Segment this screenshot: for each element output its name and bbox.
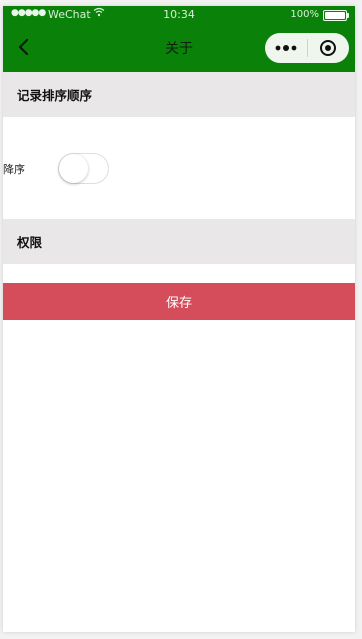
toggle-knob: [59, 154, 88, 183]
descending-label: 降序: [3, 163, 25, 176]
more-dots-icon: [275, 45, 297, 51]
close-button[interactable]: [308, 33, 350, 63]
more-button[interactable]: [265, 33, 307, 63]
section-header-sort-order: 记录排序顺序: [3, 72, 355, 117]
navigation-bar: 关于: [3, 24, 355, 72]
save-button[interactable]: 保存: [3, 283, 355, 320]
phone-screen: ●●●●● WeChat 10:34 100% 关于 记录排序顺序 降序 权限 …: [3, 6, 355, 632]
target-close-icon: [320, 40, 337, 56]
descending-toggle[interactable]: [58, 153, 109, 184]
section-header-permissions: 权限: [3, 219, 355, 264]
status-bar: ●●●●● WeChat 10:34 100%: [3, 6, 355, 24]
miniprogram-capsule: [265, 33, 349, 63]
battery-icon: [323, 10, 349, 21]
sort-order-setting: 降序: [3, 117, 355, 219]
battery-percentage: 100%: [290, 9, 319, 20]
